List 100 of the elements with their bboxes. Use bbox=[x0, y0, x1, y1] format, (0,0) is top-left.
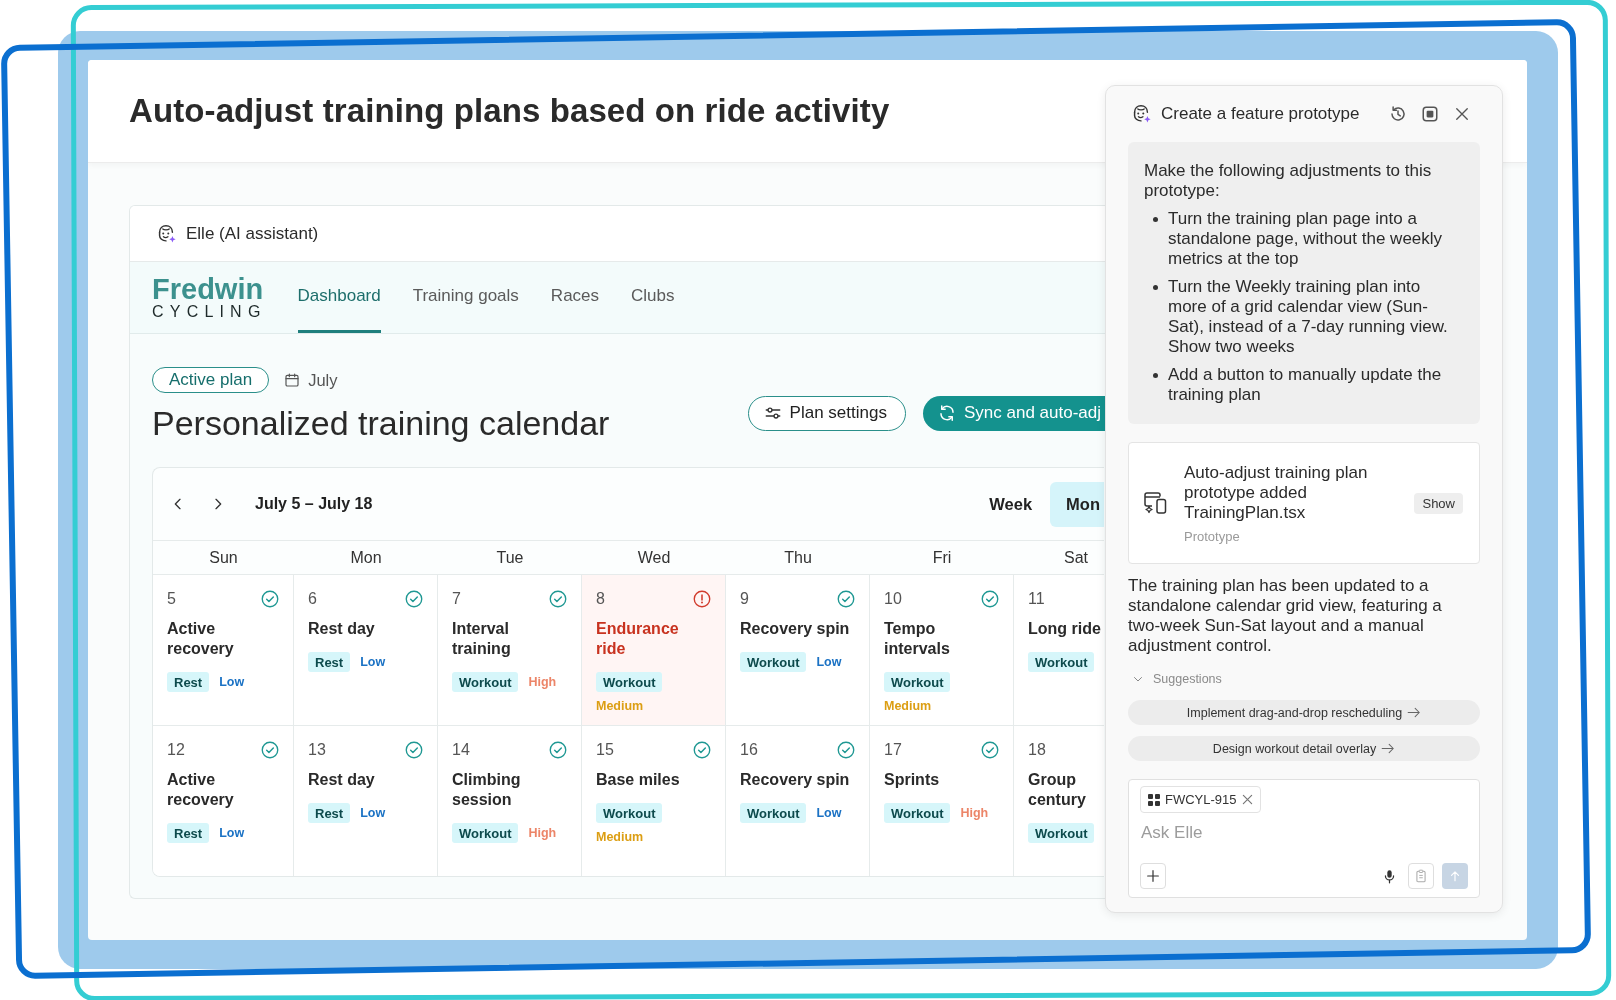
intensity-label: High bbox=[528, 826, 557, 840]
file-name: TrainingPlan.tsx bbox=[1184, 502, 1307, 523]
workout-title: Sprints bbox=[884, 770, 941, 790]
intensity-label: Low bbox=[360, 655, 386, 669]
artifact-title: Auto-adjust training plan prototype added bbox=[1184, 462, 1369, 503]
plan-settings-button[interactable]: Plan settings bbox=[747, 395, 906, 431]
type-tag: Workout bbox=[884, 803, 951, 823]
calendar-heading: Personalized training calendar bbox=[152, 403, 610, 443]
day-number: 7 bbox=[452, 590, 461, 608]
devices-icon bbox=[1143, 490, 1169, 516]
prompt-item: Turn the training plan page into a standalone page, without the weekly metrics at the top bbox=[1168, 209, 1444, 269]
workout-title: Base miles bbox=[596, 770, 681, 790]
stop-icon bbox=[1421, 105, 1439, 123]
weekday-label: Sat bbox=[1064, 548, 1088, 567]
intensity-label: Low bbox=[816, 806, 842, 820]
day-number: 14 bbox=[452, 741, 470, 759]
message-input[interactable]: Ask Elle bbox=[1140, 820, 1468, 846]
month-label: July bbox=[308, 370, 338, 390]
workout-title: Rest day bbox=[308, 619, 376, 639]
day-number: 13 bbox=[308, 741, 326, 759]
intensity-label: Low bbox=[360, 806, 386, 820]
arrow-right-icon bbox=[1407, 707, 1422, 718]
nav-tab[interactable]: Clubs bbox=[631, 262, 675, 333]
type-tag: Workout bbox=[452, 823, 519, 843]
prompt-item: Add a button to manually update the training plan bbox=[1168, 365, 1443, 405]
history-button[interactable] bbox=[1388, 104, 1408, 124]
type-tag: Workout bbox=[1028, 823, 1095, 843]
arrow-right-icon bbox=[1381, 743, 1396, 754]
intensity-label: Medium bbox=[884, 699, 932, 713]
sync-button[interactable]: Sync and auto-adj bbox=[922, 395, 1105, 431]
nav-tab[interactable]: Races bbox=[550, 262, 600, 333]
workout-title: Active recovery bbox=[167, 619, 235, 659]
date-range-label: July 5 – July 18 bbox=[255, 495, 373, 513]
suggestion-button[interactable]: Implement drag-and-drop rescheduling bbox=[1128, 700, 1480, 725]
intensity-label: Low bbox=[219, 826, 245, 840]
history-icon bbox=[1389, 105, 1407, 123]
suggestion-button[interactable]: Design workout detail overlay bbox=[1128, 736, 1480, 761]
workout-title: Recovery spin bbox=[740, 619, 851, 639]
response-text: The training plan has been updated to a standalone calendar grid view, featuring a two-week Sun-Sat layout and a manual adjustment control. bbox=[1128, 576, 1443, 656]
workout-title: Tempo intervals bbox=[884, 619, 951, 659]
intensity-label: High bbox=[960, 806, 989, 820]
day-number: 9 bbox=[740, 590, 749, 608]
intensity-label: Low bbox=[816, 655, 842, 669]
plus-icon bbox=[1145, 868, 1161, 884]
type-tag: Rest bbox=[167, 672, 210, 692]
stop-button[interactable] bbox=[1420, 104, 1440, 124]
day-number: 17 bbox=[884, 741, 902, 759]
type-tag: Rest bbox=[308, 652, 351, 672]
type-tag: Workout bbox=[884, 672, 951, 692]
day-number: 6 bbox=[308, 590, 317, 608]
intensity-label: Medium bbox=[596, 699, 644, 713]
weekday-label: Wed bbox=[637, 548, 671, 567]
nav-tab[interactable]: Training goals bbox=[412, 262, 519, 333]
panel-title: Create a feature prototype bbox=[1161, 104, 1360, 124]
active-plan-badge: Active plan bbox=[152, 367, 270, 393]
remove-chip-button[interactable] bbox=[1241, 793, 1254, 806]
close-icon bbox=[1242, 794, 1254, 805]
ticket-id: FWCYL-915 bbox=[1165, 792, 1237, 807]
type-tag: Workout bbox=[452, 672, 519, 692]
close-icon bbox=[1453, 105, 1471, 123]
sliders-icon bbox=[763, 404, 782, 422]
bullet-icon bbox=[1153, 217, 1158, 222]
clipboard-button[interactable] bbox=[1408, 863, 1434, 889]
day-number: 11 bbox=[1028, 590, 1045, 608]
type-tag: Workout bbox=[1028, 652, 1095, 672]
microphone-icon[interactable] bbox=[1382, 868, 1397, 884]
nav-tab[interactable]: Dashboard bbox=[297, 262, 381, 333]
type-tag: Workout bbox=[740, 652, 807, 672]
refresh-icon bbox=[937, 404, 956, 422]
workout-title: Climbing session bbox=[452, 770, 522, 810]
weekday-label: Fri bbox=[932, 548, 952, 567]
day-number: 18 bbox=[1028, 741, 1046, 759]
type-tag: Workout bbox=[596, 672, 663, 692]
workout-title: Active recovery bbox=[167, 770, 235, 810]
type-tag: Rest bbox=[308, 803, 351, 823]
workout-title: Long ride bbox=[1028, 619, 1102, 639]
page-title: Auto-adjust training plans based on ride activity bbox=[129, 92, 890, 130]
day-number: 12 bbox=[167, 741, 185, 759]
weekday-label: Sun bbox=[209, 548, 238, 567]
weekday-label: Mon bbox=[350, 548, 382, 567]
view-tab[interactable]: Mon bbox=[1050, 481, 1104, 527]
workout-title: Recovery spin bbox=[740, 770, 851, 790]
day-number: 5 bbox=[167, 590, 176, 608]
type-tag: Rest bbox=[167, 823, 210, 843]
day-number: 15 bbox=[596, 741, 614, 759]
calendar-icon bbox=[284, 372, 301, 388]
day-number: 16 bbox=[740, 741, 758, 759]
view-tab[interactable]: Week bbox=[973, 481, 1049, 527]
workout-title: Interval training bbox=[452, 619, 512, 659]
type-tag: Workout bbox=[740, 803, 807, 823]
workout-title: Group century bbox=[1028, 770, 1087, 810]
add-button[interactable] bbox=[1140, 863, 1166, 889]
day-number: 8 bbox=[596, 590, 605, 608]
artifact-type: Prototype bbox=[1184, 528, 1241, 544]
prompt-item: Turn the Weekly training plan into more of a grid calendar view (Sun-Sat), instead of a 7-day running view. Show two weeks bbox=[1168, 277, 1449, 357]
logo-tagline: CYCLING bbox=[152, 303, 267, 320]
show-button[interactable]: Show bbox=[1414, 492, 1463, 514]
assistant-label: Elle (AI assistant) bbox=[186, 223, 319, 244]
intensity-label: Low bbox=[219, 675, 245, 689]
workout-title: Endurance ride bbox=[596, 619, 680, 659]
